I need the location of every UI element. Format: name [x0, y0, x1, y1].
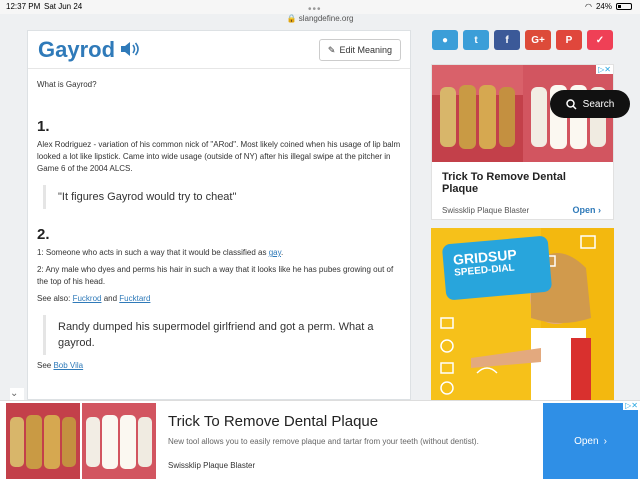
pencil-icon: ✎ — [327, 44, 336, 55]
search-button[interactable]: Search — [550, 90, 630, 118]
ad-source: Swissklip Plaque Blaster — [442, 206, 530, 215]
url-text: slangdefine.org — [298, 14, 354, 23]
address-bar[interactable]: ••• 🔒 slangdefine.org — [0, 4, 640, 26]
example-quote: Randy dumped his supermodel girlfriend a… — [43, 315, 401, 355]
bottom-ad-source: Swissklip Plaque Blaster — [168, 461, 256, 470]
definition-number: 2. — [37, 226, 50, 243]
google-plus-share-button[interactable]: G+ — [525, 30, 551, 50]
twitter-icon: t — [474, 34, 478, 46]
bottom-ad-description: New tool allows you to easily remove pla… — [168, 437, 479, 446]
definition-text-part: 1: Someone who acts in such a way that i… — [37, 248, 269, 257]
chevron-right-icon: › — [603, 435, 607, 447]
twitter-share-button[interactable]: t — [463, 30, 489, 50]
clean-teeth-image — [82, 403, 156, 479]
side-ad[interactable]: ▷✕ Trick To Remove Dental Plaque Swisskl… — [431, 64, 614, 220]
definition-number: 1. — [37, 118, 50, 135]
see-also: See also: Fuckrod and Fucktard — [37, 293, 401, 305]
ad-choices-icon[interactable]: ▷✕ — [596, 65, 613, 74]
plaque-teeth-image — [432, 65, 523, 162]
search-icon — [565, 98, 577, 110]
definition-text: 2: Any male who dyes and perms his hair … — [37, 265, 394, 286]
gridsup-logo: GRIDSUP SPEED-DIAL — [441, 235, 553, 301]
card-header: Gayrod ✎ Edit Meaning — [28, 31, 410, 69]
bottom-ad-open-label: Open — [574, 435, 599, 447]
ad-title: Trick To Remove Dental Plaque — [442, 171, 566, 195]
edit-meaning-button[interactable]: ✎ Edit Meaning — [318, 39, 401, 61]
facebook-share-button[interactable]: f — [494, 30, 520, 50]
ad-open-label: Open — [572, 205, 596, 215]
collapse-ad-chevron-down-icon[interactable]: ⌄ — [10, 388, 24, 400]
page-title: Gayrod — [38, 37, 116, 62]
ad-choices-icon[interactable]: ▷✕ — [623, 401, 640, 410]
chevron-right-icon: › — [598, 205, 601, 215]
card-content: What is Gayrod? 1. Alex Rodriguez - vari… — [28, 79, 410, 372]
pocket-icon: ✓ — [595, 34, 605, 46]
google-plus-icon: G+ — [531, 34, 545, 46]
search-label: Search — [582, 98, 615, 110]
bottom-ad-title: Trick To Remove Dental Plaque — [168, 413, 379, 430]
facebook-icon: f — [505, 34, 509, 46]
link-bob-vila[interactable]: Bob Vila — [53, 361, 83, 370]
speaker-icon[interactable] — [120, 41, 140, 57]
reddit-icon: ● — [441, 34, 449, 46]
definition-text-part: . — [281, 248, 284, 257]
link-fucktard[interactable]: Fucktard — [119, 294, 150, 303]
bottom-ad-open-button[interactable]: Open › — [543, 403, 638, 479]
link-fuckrod[interactable]: Fuckrod — [73, 294, 102, 303]
see-also-label: See also: — [37, 294, 73, 303]
plaque-teeth-image — [6, 403, 80, 479]
example-quote: "It figures Gayrod would try to cheat" — [43, 185, 401, 209]
pinterest-share-button[interactable]: P — [556, 30, 582, 50]
bottom-ad[interactable]: Trick To Remove Dental Plaque New tool a… — [0, 400, 640, 480]
social-share-bar: ● t f G+ P ✓ — [432, 30, 613, 50]
see-also-and: and — [101, 294, 120, 303]
ad-open-link[interactable]: Open › — [572, 205, 601, 215]
what-is-heading: What is Gayrod? — [37, 80, 97, 89]
pinterest-icon: P — [565, 34, 573, 46]
see-label: See — [37, 361, 54, 370]
reddit-share-button[interactable]: ● — [432, 30, 458, 50]
see-reference: See Bob Vila — [37, 360, 401, 372]
definition-card: Gayrod ✎ Edit Meaning What is Gayrod? 1.… — [27, 30, 411, 400]
edit-meaning-label: Edit Meaning — [339, 45, 392, 55]
definition-text: Alex Rodriguez - variation of his common… — [37, 140, 401, 173]
link-gay[interactable]: gay — [269, 248, 281, 257]
address-url[interactable]: 🔒 slangdefine.org — [0, 14, 640, 23]
pocket-share-button[interactable]: ✓ — [587, 30, 613, 50]
gridsup-ad[interactable]: GRIDSUP SPEED-DIAL — [431, 228, 614, 400]
definition-text: 1: Someone who acts in such a way that i… — [37, 247, 401, 259]
